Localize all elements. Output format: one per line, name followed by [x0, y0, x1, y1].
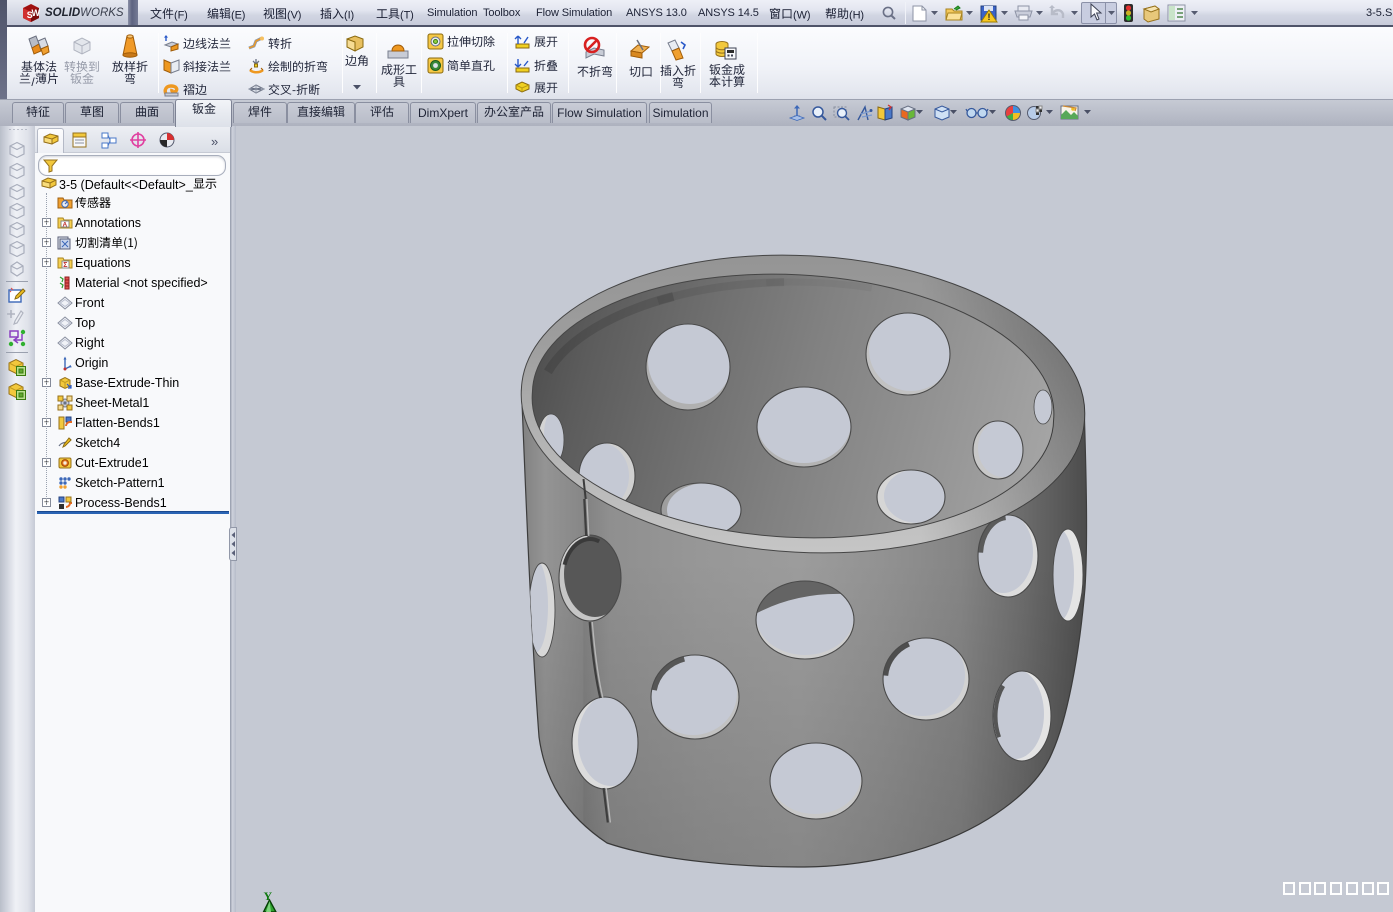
- svg-text:W: W: [32, 8, 41, 18]
- svg-text:!: !: [988, 12, 991, 22]
- svg-text:Y: Y: [264, 889, 273, 903]
- svg-text:A: A: [63, 222, 68, 229]
- svg-text:Σ: Σ: [63, 262, 67, 269]
